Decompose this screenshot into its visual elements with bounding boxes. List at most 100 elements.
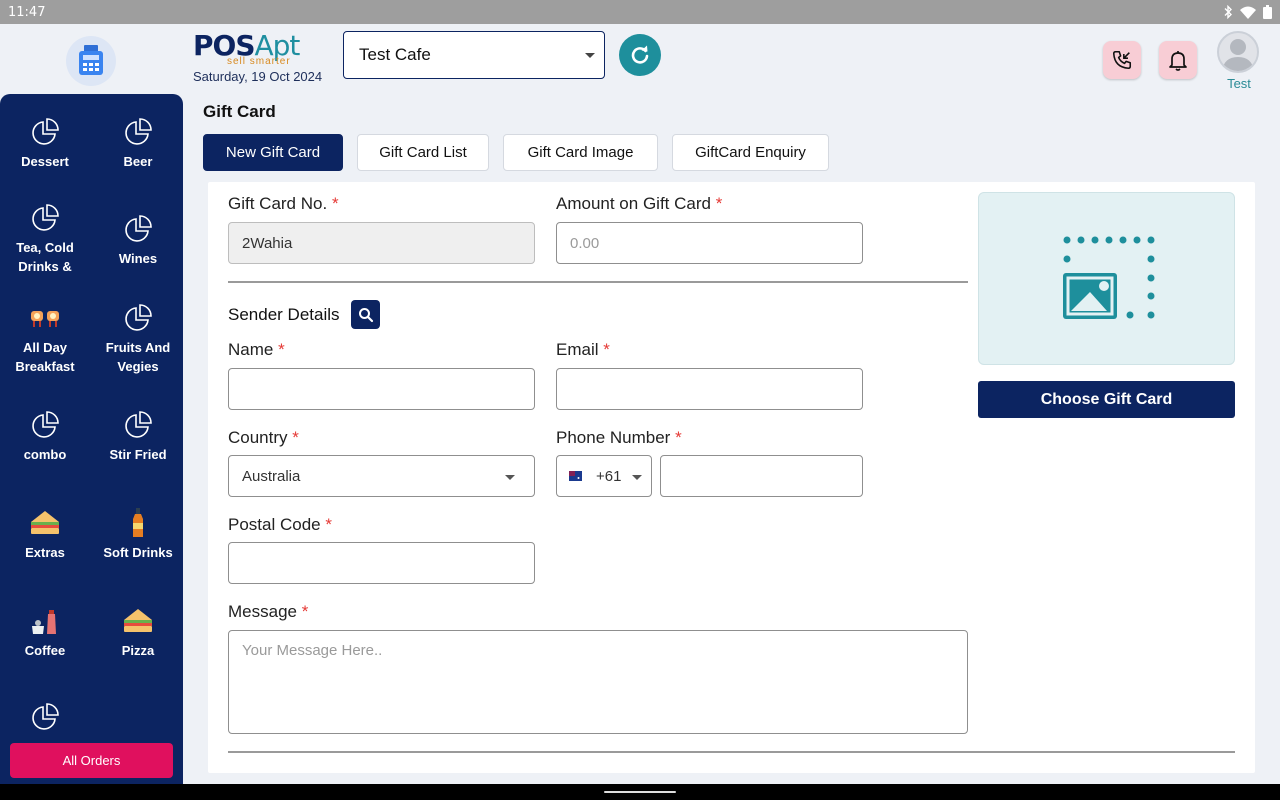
sender-search-button[interactable]: [351, 300, 380, 329]
user-avatar[interactable]: [1217, 31, 1259, 73]
battery-icon: [1263, 5, 1272, 19]
category-more[interactable]: [0, 699, 91, 737]
category-label: Coffee: [24, 643, 66, 658]
category-label: Extras: [25, 545, 65, 560]
pie-chart-icon: [32, 411, 59, 438]
category-label: Soft Drinks: [103, 545, 173, 560]
category-fruits-vegies[interactable]: Fruits And Vegies: [92, 300, 184, 376]
pie-chart-icon: [32, 204, 59, 231]
posapt-logo: POSApt sell smarter Saturday, 19 Oct 202…: [193, 32, 333, 85]
gift-card-no-value: 2Wahia: [242, 234, 293, 252]
phone-number-input[interactable]: [660, 455, 863, 497]
label-text: Amount on Gift Card: [556, 194, 711, 213]
breakfast-icon: [31, 311, 59, 327]
status-time: 11:47: [8, 4, 46, 20]
pie-chart-icon: [125, 215, 152, 242]
gift-card-no-label: Gift Card No. *: [228, 194, 339, 214]
search-icon: [358, 307, 373, 322]
category-soft-drinks[interactable]: Soft Drinks: [92, 505, 184, 562]
required-mark: *: [278, 340, 285, 359]
category-dessert[interactable]: Dessert: [0, 114, 91, 171]
required-mark: *: [675, 428, 682, 447]
category-label: Tea, Cold Drinks &: [16, 240, 74, 274]
phone-code-value: +61: [596, 467, 622, 485]
bluetooth-icon: [1224, 5, 1232, 19]
category-label: Wines: [118, 251, 158, 266]
bottle-icon: [133, 508, 143, 537]
category-label: All Day Breakfast: [15, 340, 75, 374]
category-label: Beer: [123, 154, 153, 169]
home-gesture-handle[interactable]: [604, 791, 676, 793]
category-pizza[interactable]: Pizza: [92, 603, 184, 660]
category-combo[interactable]: combo: [0, 407, 91, 464]
postal-code-label: Postal Code *: [228, 515, 332, 535]
pie-chart-icon: [125, 118, 152, 145]
sandwich-icon: [124, 609, 152, 632]
category-label: Stir Fried: [109, 447, 167, 462]
category-tea-cold-drinks[interactable]: Tea, Cold Drinks &: [0, 200, 91, 276]
label-text: Name: [228, 340, 274, 359]
required-mark: *: [603, 340, 610, 359]
email-label: Email *: [556, 340, 610, 360]
wifi-icon: [1240, 6, 1256, 19]
tab-gift-card-list[interactable]: Gift Card List: [357, 134, 489, 171]
tab-gift-card-image[interactable]: Gift Card Image: [503, 134, 658, 171]
call-button[interactable]: [1103, 41, 1141, 79]
category-sidebar: Dessert Beer Tea, Cold Drinks & Wines Al…: [0, 94, 183, 784]
refresh-button[interactable]: [619, 34, 661, 76]
system-nav-bar: [0, 784, 1280, 800]
label-text: Country: [228, 428, 288, 447]
store-select-value: Test Cafe: [359, 45, 431, 64]
pie-chart-icon: [125, 411, 152, 438]
tab-new-gift-card[interactable]: New Gift Card: [203, 134, 343, 171]
category-wines[interactable]: Wines: [92, 211, 184, 268]
amount-label: Amount on Gift Card *: [556, 194, 722, 214]
form-bottom-divider: [228, 751, 1235, 753]
postal-code-input[interactable]: [228, 542, 535, 584]
status-icons: [1223, 5, 1272, 19]
refresh-icon: [631, 45, 649, 64]
notifications-button[interactable]: [1159, 41, 1197, 79]
required-mark: *: [331, 194, 339, 213]
message-textarea[interactable]: Your Message Here..: [228, 630, 968, 734]
phone-country-code-select[interactable]: +61: [556, 455, 652, 497]
amount-placeholder: 0.00: [570, 234, 600, 252]
choose-gift-card-button[interactable]: Choose Gift Card: [978, 381, 1235, 418]
category-beer[interactable]: Beer: [92, 114, 184, 171]
status-bar: 11:47: [0, 0, 1280, 24]
message-label: Message *: [228, 602, 308, 622]
email-input[interactable]: [556, 368, 863, 410]
app-header: POSApt sell smarter Saturday, 19 Oct 202…: [0, 24, 1280, 94]
bell-icon: [1169, 51, 1187, 71]
category-label: Dessert: [21, 154, 69, 169]
all-orders-button[interactable]: All Orders: [10, 743, 173, 778]
required-mark: *: [325, 515, 332, 534]
coffee-icon: [32, 610, 56, 634]
australia-flag-icon: [569, 471, 582, 481]
amount-input[interactable]: 0.00: [556, 222, 863, 264]
phone-incoming-icon: [1112, 50, 1132, 70]
category-stir-fried[interactable]: Stir Fried: [92, 407, 184, 464]
user-name: Test: [1227, 76, 1251, 91]
label-text: Phone Number: [556, 428, 671, 447]
sandwich-icon: [31, 511, 59, 534]
country-label: Country *: [228, 428, 299, 448]
name-input[interactable]: [228, 368, 535, 410]
label-text: Email: [556, 340, 599, 359]
category-all-day-breakfast[interactable]: All Day Breakfast: [0, 300, 91, 376]
pos-terminal-icon[interactable]: [66, 36, 116, 86]
gift-card-image-placeholder[interactable]: [978, 192, 1235, 365]
country-select[interactable]: Australia: [228, 455, 535, 497]
tab-giftcard-enquiry[interactable]: GiftCard Enquiry: [672, 134, 829, 171]
label-text: Message: [228, 602, 297, 621]
required-mark: *: [292, 428, 299, 447]
store-select[interactable]: Test Cafe: [343, 31, 605, 79]
pie-chart-icon: [125, 304, 152, 331]
sender-details-title: Sender Details: [228, 305, 340, 324]
country-value: Australia: [242, 467, 301, 485]
category-label: combo: [23, 447, 67, 462]
category-extras[interactable]: Extras: [0, 505, 91, 562]
label-text: Gift Card No.: [228, 194, 328, 213]
category-coffee[interactable]: Coffee: [0, 603, 91, 660]
logo-tagline: sell smarter: [227, 56, 291, 67]
